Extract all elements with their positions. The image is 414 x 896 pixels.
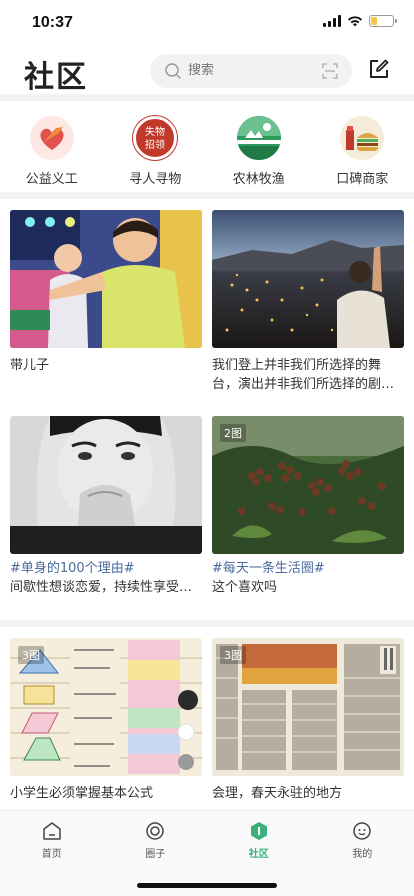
post-text: 我们登上并非我们所选择的舞台，演出并非我们所选择的剧… — [212, 358, 395, 392]
cellular-signal-icon — [323, 15, 341, 27]
tab-profile[interactable]: 我的 — [311, 811, 414, 863]
post-image — [10, 210, 202, 348]
category-volunteer[interactable]: 公益义工 — [0, 106, 104, 190]
farm-icon — [236, 116, 281, 160]
category-label: 寻人寻物 — [129, 172, 182, 187]
image-count-badge: 2图 — [220, 424, 246, 442]
category-label: 公益义工 — [25, 172, 78, 187]
search-input[interactable] — [188, 63, 308, 78]
home-indicator — [137, 883, 277, 888]
post-text: 会理，春天永驻的地方 — [212, 786, 343, 801]
divider — [0, 192, 414, 199]
heart-hands-icon — [29, 116, 74, 160]
post-text: 间歇性想谈恋爱，持续性享受… — [10, 580, 193, 595]
divider — [0, 620, 414, 627]
tab-community[interactable]: 社区 — [207, 811, 311, 863]
wifi-icon — [348, 16, 362, 27]
image-count-badge: 3图 — [220, 646, 246, 664]
category-label: 农林牧渔 — [232, 172, 285, 187]
post-image: 2图 — [212, 416, 404, 554]
shop-icon — [340, 116, 385, 160]
feed-card[interactable]: #单身的100个理由# 间歇性想谈恋爱，持续性享受… — [10, 416, 202, 597]
feed-card[interactable]: 3图 小学生必须掌握基本公式 — [10, 638, 202, 803]
category-lost-found[interactable]: 失物 招领 寻人寻物 — [104, 106, 208, 190]
feed-card[interactable]: 带儿子 — [10, 210, 202, 375]
tab-label: 首页 — [41, 849, 62, 860]
scan-icon[interactable] — [322, 63, 338, 79]
header: 社区 — [0, 48, 414, 95]
feed-card[interactable]: 3图 会理，春天永驻的地方 — [212, 638, 404, 803]
svg-text:招领: 招领 — [145, 138, 165, 151]
community-icon — [250, 822, 267, 840]
tab-home[interactable]: 首页 — [0, 811, 104, 863]
divider — [0, 94, 414, 101]
tab-label: 社区 — [248, 849, 269, 860]
tab-label: 我的 — [352, 849, 373, 860]
post-image: 3图 — [10, 638, 202, 776]
post-image — [212, 210, 404, 348]
lost-found-icon: 失物 招领 — [133, 116, 178, 160]
svg-text:失物: 失物 — [145, 125, 165, 138]
post-image — [10, 416, 202, 554]
bottom-tab-bar: 首页 圈子 社区 我的 — [0, 810, 414, 896]
compose-icon[interactable] — [368, 58, 390, 80]
status-time: 10:37 — [32, 14, 73, 31]
feed-card[interactable]: 我们登上并非我们所选择的舞台，演出并非我们所选择的剧… — [212, 210, 404, 394]
tab-circle[interactable]: 圈子 — [104, 811, 208, 863]
search-icon — [165, 63, 181, 79]
image-count-badge: 3图 — [18, 646, 44, 664]
feed-card[interactable]: 2图 #每天一条生活圈# 这个喜欢吗 — [212, 416, 404, 597]
post-text: 带儿子 — [10, 358, 50, 373]
tab-label: 圈子 — [145, 849, 166, 860]
post-image: 3图 — [212, 638, 404, 776]
category-farming[interactable]: 农林牧渔 — [207, 106, 311, 190]
post-text: 这个喜欢吗 — [212, 580, 278, 595]
circle-icon — [146, 822, 164, 840]
profile-icon — [353, 822, 371, 840]
post-text: 小学生必须掌握基本公式 — [10, 786, 154, 801]
category-merchants[interactable]: 口碑商家 — [311, 106, 414, 190]
status-bar: 10:37 — [0, 0, 414, 44]
page-title: 社区 — [24, 60, 88, 95]
post-topic[interactable]: #每天一条生活圈# — [212, 560, 404, 578]
status-icons — [323, 15, 397, 27]
post-topic[interactable]: #单身的100个理由# — [10, 560, 202, 578]
battery-icon — [369, 15, 397, 27]
home-icon — [43, 822, 61, 840]
search-bar[interactable] — [150, 54, 352, 88]
category-label: 口碑商家 — [336, 172, 389, 187]
category-row: 公益义工 失物 招领 寻人寻物 农林牧渔 口碑商家 — [0, 106, 414, 190]
